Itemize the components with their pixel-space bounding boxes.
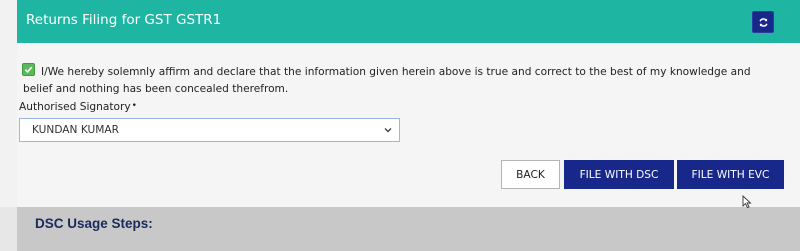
returns-filing-panel: Returns Filing for GST GSTR1 I/We hereby… (0, 0, 800, 207)
panel-header: Returns Filing for GST GSTR1 (17, 0, 800, 43)
refresh-button[interactable] (752, 11, 774, 33)
dsc-usage-section: DSC Usage Steps: (17, 207, 800, 251)
back-button[interactable]: BACK (501, 160, 560, 189)
declaration-text: I/We hereby solemnly affirm and declare … (23, 66, 751, 95)
file-with-dsc-button[interactable]: FILE WITH DSC (564, 160, 674, 189)
chevron-down-icon (384, 128, 392, 133)
signatory-label-text: Authorised Signatory (19, 101, 131, 113)
signatory-select[interactable]: KUNDAN KUMAR (19, 118, 400, 142)
refresh-icon (758, 17, 768, 27)
page-title: Returns Filing for GST GSTR1 (26, 12, 222, 28)
signatory-selected-value: KUNDAN KUMAR (32, 124, 120, 136)
dsc-usage-title: DSC Usage Steps: (35, 216, 153, 231)
file-with-evc-button[interactable]: FILE WITH EVC (677, 160, 784, 189)
required-marker: • (131, 101, 137, 111)
filing-body: I/We hereby solemnly affirm and declare … (17, 43, 800, 207)
mouse-cursor-icon (742, 195, 752, 209)
signatory-label: Authorised Signatory• (19, 101, 137, 113)
